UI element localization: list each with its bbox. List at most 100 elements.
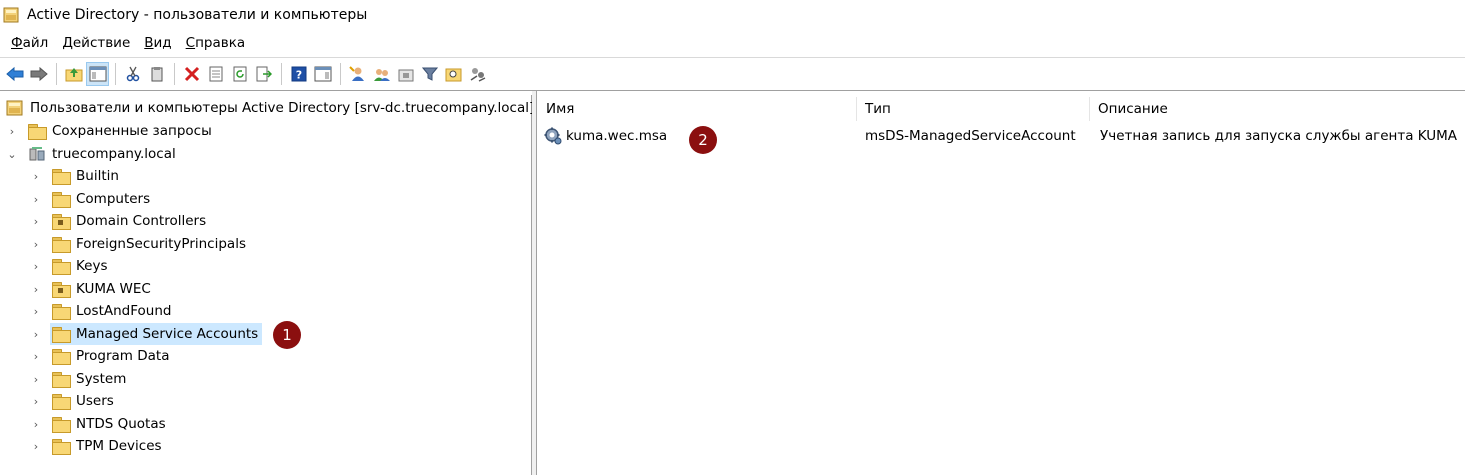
list-item[interactable]: kuma.wec.msa msDS-ManagedServiceAccount … — [538, 125, 1465, 147]
folder-icon — [52, 439, 71, 455]
folder-icon — [52, 237, 71, 253]
tree-item-tpm-devices[interactable]: › TPM Devices — [30, 435, 162, 457]
chevron-right-icon[interactable]: › — [30, 373, 42, 386]
export-list-icon[interactable] — [252, 62, 275, 86]
tree-item-builtin[interactable]: › Builtin — [30, 165, 119, 187]
new-group-icon[interactable] — [370, 62, 393, 86]
tree-root-label: Пользователи и компьютеры Active Directo… — [30, 100, 535, 116]
tree-item-computers[interactable]: › Computers — [30, 188, 150, 210]
tree-item-lost-and-found[interactable]: › LostAndFound — [30, 300, 171, 322]
folder-icon — [28, 124, 47, 140]
action-pane-icon[interactable] — [311, 62, 334, 86]
delete-icon[interactable] — [180, 62, 203, 86]
chevron-right-icon[interactable]: › — [30, 305, 42, 318]
chevron-down-icon[interactable]: ⌄ — [6, 148, 18, 161]
ad-console-icon — [3, 7, 19, 23]
tree-item-label: Builtin — [76, 168, 119, 184]
toolbar-separator — [115, 62, 116, 85]
tree-item-label: TPM Devices — [76, 438, 162, 454]
folder-icon — [52, 349, 71, 365]
tree-item-label: Computers — [76, 191, 151, 207]
new-user-icon[interactable] — [346, 62, 369, 86]
toolbar-separator — [340, 62, 341, 85]
tree-item-ntds-quotas[interactable]: › NTDS Quotas — [30, 413, 166, 435]
tree-item-keys[interactable]: › Keys — [30, 255, 108, 277]
chevron-right-icon[interactable]: › — [6, 125, 18, 138]
tree-item-label: Users — [76, 393, 114, 409]
column-header-name[interactable]: Имя — [538, 97, 857, 121]
chevron-right-icon[interactable]: › — [30, 215, 42, 228]
main-panes: Пользователи и компьютеры Active Directo… — [0, 90, 1465, 475]
chevron-right-icon[interactable]: › — [30, 350, 42, 363]
tree-item-label: Keys — [76, 258, 108, 274]
tree-item-system[interactable]: › System — [30, 368, 126, 390]
svg-text:?: ? — [295, 68, 301, 81]
chevron-right-icon[interactable]: › — [30, 440, 42, 453]
back-arrow-icon[interactable] — [3, 62, 26, 86]
tree-root[interactable]: Пользователи и компьютеры Active Directo… — [6, 97, 534, 119]
filter-icon[interactable] — [418, 62, 441, 86]
paste-icon[interactable] — [145, 62, 168, 86]
chevron-right-icon[interactable]: › — [30, 193, 42, 206]
toolbar-separator — [174, 62, 175, 85]
column-header-description[interactable]: Описание — [1090, 97, 1465, 121]
menu-file[interactable]: Файл — [4, 35, 55, 51]
new-ou-icon[interactable] — [394, 62, 417, 86]
tree-item-domain-controllers[interactable]: › Domain Controllers — [30, 210, 206, 232]
refresh-icon[interactable] — [228, 62, 251, 86]
folder-icon — [52, 259, 71, 275]
chevron-right-icon[interactable]: › — [30, 170, 42, 183]
tree-item-users[interactable]: › Users — [30, 390, 114, 412]
chevron-right-icon[interactable]: › — [30, 328, 42, 341]
tree-item-label: KUMA WEC — [76, 281, 151, 297]
find-icon[interactable] — [442, 62, 465, 86]
tree-item-managed-service-accounts[interactable]: › Managed Service Accounts — [30, 323, 263, 345]
menu-action[interactable]: Действие — [55, 35, 137, 51]
tree-item-label: System — [76, 371, 127, 387]
show-console-tree-icon[interactable] — [86, 61, 109, 86]
toolbar-separator — [56, 62, 57, 85]
forward-arrow-icon[interactable] — [27, 62, 50, 86]
pane-splitter[interactable] — [532, 91, 537, 475]
chevron-right-icon[interactable]: › — [30, 238, 42, 251]
up-folder-icon[interactable] — [62, 62, 85, 86]
annotation-badge-1: 1 — [273, 321, 301, 349]
cut-icon[interactable] — [121, 62, 144, 86]
folder-icon — [52, 394, 71, 410]
list-cell-name: kuma.wec.msa — [544, 125, 667, 147]
delegate-control-icon[interactable] — [466, 62, 489, 86]
list-cell-type: msDS-ManagedServiceAccount — [865, 128, 1076, 144]
chevron-right-icon[interactable]: › — [30, 395, 42, 408]
tree-item-saved-queries[interactable]: › Сохраненные запросы — [6, 120, 212, 142]
tree-item-domain[interactable]: ⌄ truecompany.local — [6, 143, 176, 165]
menu-view[interactable]: Вид — [137, 35, 178, 51]
toolbar-separator — [281, 62, 282, 85]
selected-tree-item[interactable]: Managed Service Accounts — [50, 323, 263, 345]
chevron-right-icon[interactable]: › — [30, 260, 42, 273]
ou-folder-icon — [52, 282, 71, 298]
console-tree[interactable]: Пользователи и компьютеры Active Directo… — [0, 95, 534, 475]
chevron-right-icon[interactable]: › — [30, 418, 42, 431]
chevron-right-icon[interactable]: › — [30, 283, 42, 296]
tree-item-label: Program Data — [76, 348, 170, 364]
folder-icon — [52, 327, 71, 343]
folder-icon — [52, 192, 71, 208]
column-header-type[interactable]: Тип — [857, 97, 1090, 121]
tree-item-label: Сохраненные запросы — [52, 123, 212, 139]
properties-icon[interactable] — [204, 62, 227, 86]
ou-folder-icon — [52, 214, 71, 230]
annotation-badge-2: 2 — [689, 126, 717, 154]
tree-item-label: ForeignSecurityPrincipals — [76, 236, 246, 252]
tree-item-label: truecompany.local — [52, 146, 176, 162]
help-icon[interactable]: ? — [287, 62, 310, 86]
ad-console-icon — [6, 100, 24, 116]
list-item-name: kuma.wec.msa — [566, 128, 668, 144]
window-title: Active Directory - пользователи и компью… — [27, 7, 368, 23]
tree-item-kuma-wec[interactable]: › KUMA WEC — [30, 278, 151, 300]
menu-help[interactable]: Справка — [179, 35, 253, 51]
domain-icon — [28, 146, 46, 162]
tree-item-foreign-security-principals[interactable]: › ForeignSecurityPrincipals — [30, 233, 246, 255]
tree-item-program-data[interactable]: › Program Data — [30, 345, 170, 367]
details-list[interactable]: Имя Тип Описание kuma.wec.msa msDS-Manag… — [538, 91, 1465, 475]
tree-item-label: Domain Controllers — [76, 213, 207, 229]
